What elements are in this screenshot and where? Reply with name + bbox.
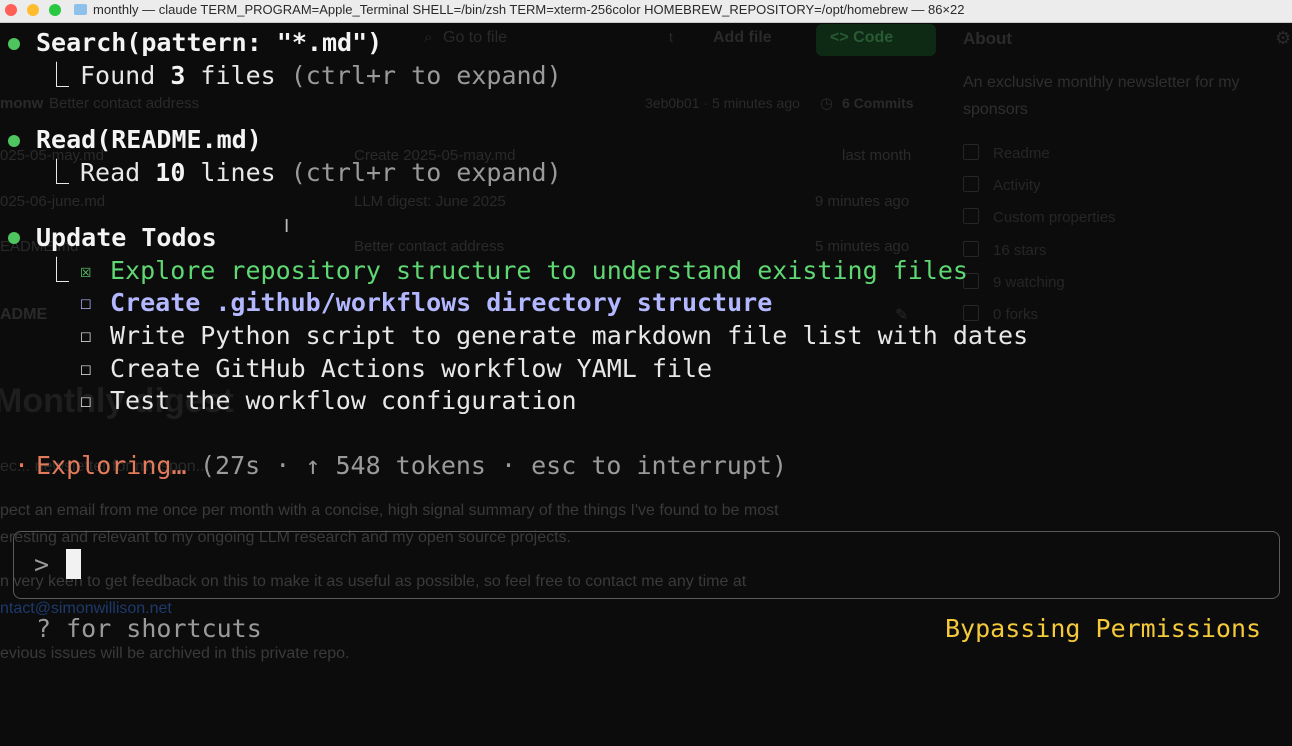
- unchecked-box-icon: ☐: [80, 358, 92, 380]
- file-commit-message: LLM digest: June 2025: [354, 193, 506, 210]
- about-item-label: 16 stars: [993, 242, 1047, 259]
- file-time: last month: [842, 147, 912, 164]
- close-window-button[interactable]: [5, 4, 17, 16]
- tool-status-dot: [8, 38, 20, 50]
- readme-paragraph: evious issues will be archived in this p…: [0, 645, 350, 662]
- tree-branch-icon: ⎿: [44, 158, 70, 187]
- about-stars: 16 stars: [963, 241, 1046, 259]
- checked-box-icon: ☒: [80, 260, 92, 282]
- search-result-suffix: files: [185, 61, 291, 90]
- text-cursor-icon: I: [284, 216, 290, 237]
- about-custom-properties: Custom properties: [963, 208, 1116, 226]
- shortcuts-hint: ? for shortcuts: [36, 614, 262, 643]
- add-file-button: Add file: [713, 29, 772, 46]
- tree-branch-icon: ⎿: [44, 256, 70, 285]
- search-result: ⎿: [44, 60, 69, 92]
- clock-icon: ◷: [820, 95, 834, 112]
- about-item-label: Custom properties: [993, 209, 1116, 226]
- unchecked-box-icon: ☐: [80, 390, 92, 412]
- tree-branch-icon: ⎿: [44, 61, 70, 90]
- commits-count: 6 Commits: [842, 95, 914, 111]
- branch-fragment: monw: [0, 95, 44, 112]
- unchecked-box-icon: ☐: [80, 325, 92, 347]
- tool-status-dot: [8, 135, 20, 147]
- search-icon: ⌕: [424, 29, 433, 46]
- status-detail: (27s · ↑ 548 tokens · esc to interrupt): [200, 451, 787, 480]
- code-button: <> Code: [830, 29, 894, 46]
- status-word: Exploring…: [36, 451, 187, 480]
- search-result-prefix: Found: [80, 61, 171, 90]
- about-readme: Readme: [963, 144, 1050, 162]
- about-activity: Activity: [963, 176, 1041, 194]
- pulse-icon: [963, 176, 979, 192]
- readme-tab: ADME: [0, 306, 48, 323]
- fork-icon: [963, 305, 979, 321]
- todo-item-pending: Create GitHub Actions workflow YAML file: [110, 354, 713, 383]
- todo-item-pending: Write Python script to generate markdown…: [110, 321, 1029, 350]
- expand-hint: (ctrl+r to expand): [290, 61, 562, 90]
- file-time: 5 minutes ago: [815, 238, 910, 255]
- expand-hint: (ctrl+r to expand): [290, 158, 562, 187]
- read-result: Read 10 lines (ctrl+r to expand): [80, 157, 562, 189]
- window-title: monthly — claude TERM_PROGRAM=Apple_Term…: [93, 2, 965, 17]
- update-todos-title: Update Todos: [36, 223, 217, 252]
- read-result-prefix: Read: [80, 158, 156, 187]
- gear-icon: ⚙: [1275, 28, 1292, 48]
- window-titlebar: monthly — claude TERM_PROGRAM=Apple_Term…: [0, 0, 1292, 23]
- about-item-label: Activity: [993, 177, 1041, 194]
- readme-paragraph: pect an email from me once per month wit…: [0, 502, 779, 519]
- tool-status-dot: [8, 232, 20, 244]
- prompt-input-box[interactable]: [13, 531, 1280, 599]
- search-result: Found 3 files (ctrl+r to expand): [80, 60, 562, 92]
- about-description-line: An exclusive monthly newsletter for my: [963, 74, 1240, 91]
- note-icon: [963, 208, 979, 224]
- todo-item-pending: Test the workflow configuration: [110, 386, 577, 415]
- go-to-file-label: Go to file: [443, 29, 508, 46]
- read-tool-call: Read(README.md): [36, 125, 262, 154]
- about-description-line: sponsors: [963, 101, 1028, 118]
- unchecked-box-icon: ☐: [80, 292, 92, 314]
- latest-commit-message: Better contact address: [49, 95, 200, 112]
- read-result-count: 10: [155, 158, 186, 187]
- search-tool-call: Search(pattern: "*.md"): [36, 28, 383, 57]
- about-watching: 9 watching: [963, 273, 1065, 291]
- minimize-window-button[interactable]: [27, 4, 39, 16]
- text-cursor: [66, 549, 81, 579]
- file-time: 9 minutes ago: [815, 193, 910, 210]
- search-result-count: 3: [170, 61, 186, 90]
- book-icon: [963, 144, 979, 160]
- todo-item-in-progress: Create .github/workflows directory struc…: [110, 288, 773, 317]
- status-spinner: ·: [14, 451, 30, 480]
- about-item-label: Readme: [993, 145, 1050, 162]
- todo-item-done: Explore repository structure to understa…: [110, 256, 968, 285]
- file-commit-message: Better contact address: [354, 238, 505, 255]
- file-name: 025-06-june.md: [0, 193, 106, 210]
- prompt-symbol: >: [34, 550, 50, 579]
- about-item-label: 9 watching: [993, 274, 1065, 291]
- read-result-suffix: lines: [185, 158, 291, 187]
- folder-icon: [74, 4, 87, 15]
- permission-mode-label: Bypassing Permissions: [945, 614, 1262, 643]
- commit-hash-time: 3eb0b01 · 5 minutes ago: [645, 95, 800, 111]
- shortcut-key: t: [669, 29, 673, 45]
- about-title: About: [963, 29, 1013, 48]
- zoom-window-button[interactable]: [49, 4, 61, 16]
